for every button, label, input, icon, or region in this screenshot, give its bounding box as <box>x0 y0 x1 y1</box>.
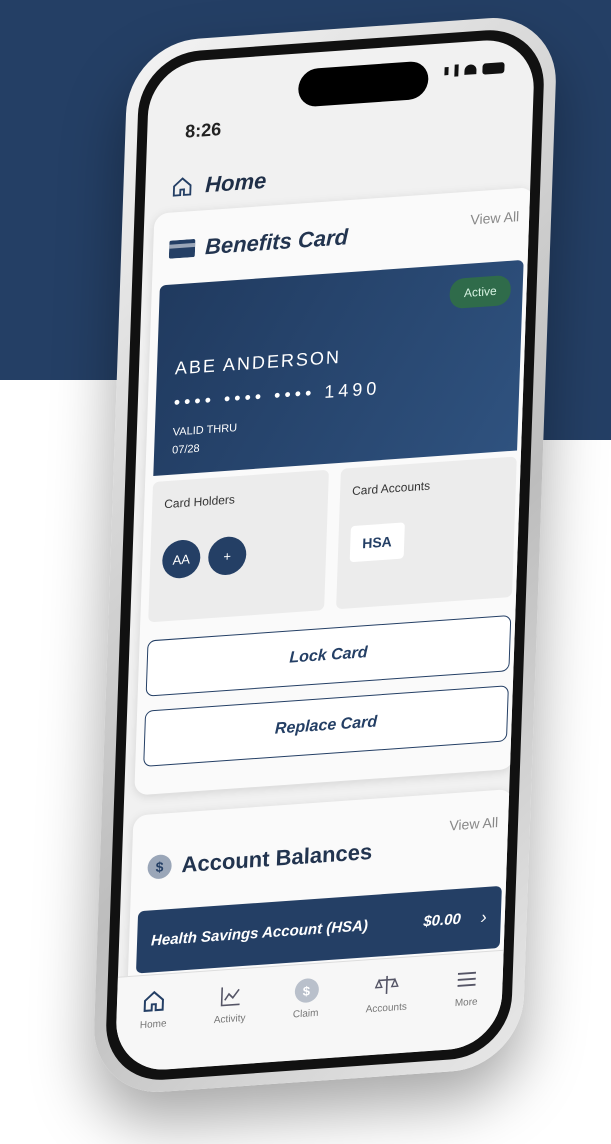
tab-label: Activity <box>213 1012 246 1027</box>
card-holders-label: Card Holders <box>164 492 236 512</box>
wifi-icon <box>464 64 477 75</box>
valid-thru-label: VALID THRU <box>172 422 238 439</box>
benefits-card-panel: Benefits Card View All Active ABE ANDERS… <box>134 187 535 796</box>
phone-bezel: 8:26 Home Benefits Card View All Active … <box>104 26 546 1084</box>
scale-icon <box>374 975 400 994</box>
tab-claim[interactable]: $ Claim <box>292 977 320 1021</box>
tab-label: Accounts <box>365 1001 408 1016</box>
signal-icon-bar <box>454 64 459 77</box>
tab-label: Home <box>139 1018 167 1032</box>
tab-label: Claim <box>292 1007 319 1021</box>
tab-home[interactable]: Home <box>140 988 168 1031</box>
phone-screen: 8:26 Home Benefits Card View All Active … <box>114 36 536 1074</box>
home-icon <box>143 990 165 1012</box>
credit-card-icon <box>168 239 196 259</box>
page-title: Home <box>204 167 267 198</box>
menu-icon <box>457 971 477 987</box>
account-balances-header: $ Account Balances <box>147 839 373 881</box>
account-balance: $0.00 <box>423 910 462 931</box>
avatar[interactable]: AA <box>161 538 201 580</box>
tab-more[interactable]: More <box>454 966 479 1009</box>
card-holder-name: ABE ANDERSON <box>174 346 342 379</box>
add-card-holder-button[interactable]: + <box>207 535 247 577</box>
dynamic-island <box>297 60 429 108</box>
hsa-account-chip[interactable]: HSA <box>349 522 405 563</box>
card-holders-box: Card Holders AA + <box>148 469 329 623</box>
status-time: 8:26 <box>184 118 222 142</box>
benefits-card-header: Benefits Card <box>168 224 349 263</box>
card-accounts-box: Card Accounts HSA <box>336 456 517 610</box>
phone-frame: 8:26 Home Benefits Card View All Active … <box>91 13 559 1097</box>
signal-icon <box>444 67 449 76</box>
status-icons <box>444 61 505 77</box>
tab-activity[interactable]: Activity <box>214 983 247 1026</box>
lock-card-button[interactable]: Lock Card <box>145 614 512 697</box>
activity-chart-icon <box>220 987 240 1007</box>
page-header: Home <box>171 168 267 201</box>
card-accounts-label: Card Accounts <box>351 478 431 499</box>
view-all-cards-link[interactable]: View All <box>470 208 519 227</box>
card-info-row: Card Holders AA + Card Accounts HSA <box>148 456 517 623</box>
dollar-icon: $ <box>294 977 319 1004</box>
status-badge: Active <box>449 274 512 310</box>
tab-label: More <box>454 996 478 1010</box>
valid-thru-date: 07/28 <box>171 442 200 457</box>
battery-icon <box>482 61 505 75</box>
account-balances-title: Account Balances <box>181 838 373 878</box>
chevron-right-icon: › <box>480 906 488 928</box>
card-number: •••• •••• •••• 1490 <box>173 377 381 413</box>
benefits-card-title: Benefits Card <box>204 224 349 260</box>
phone-mockup: 8:26 Home Benefits Card View All Active … <box>40 10 560 1110</box>
home-icon[interactable] <box>171 175 194 199</box>
tab-accounts[interactable]: Accounts <box>366 971 409 1015</box>
account-name: Health Savings Account (HSA) <box>150 917 369 950</box>
benefits-card[interactable]: Active ABE ANDERSON •••• •••• •••• 1490 … <box>153 259 524 476</box>
dollar-icon: $ <box>147 853 173 880</box>
view-all-accounts-link[interactable]: View All <box>449 814 498 833</box>
replace-card-button[interactable]: Replace Card <box>143 685 509 767</box>
